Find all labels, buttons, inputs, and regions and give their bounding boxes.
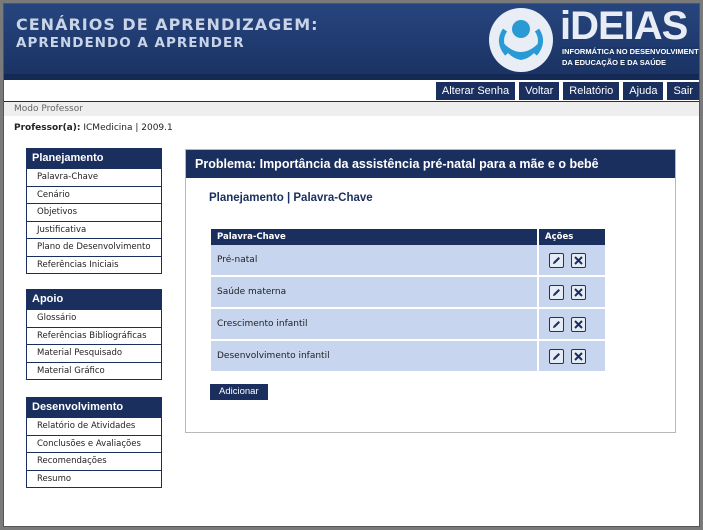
keyword-cell: Pré-natal: [211, 245, 539, 277]
sidebar-item-glossary[interactable]: Glossário: [27, 309, 161, 327]
delete-icon[interactable]: [570, 284, 586, 300]
sidebar-item-keyword[interactable]: Palavra-Chave: [27, 168, 161, 186]
keyword-cell: Crescimento infantil: [211, 308, 539, 341]
actions-cell: [538, 276, 605, 309]
logo-tagline-1: INFORMÁTICA NO DESENVOLVIMENTO: [560, 47, 699, 56]
actions-cell: [538, 245, 605, 277]
logo-icon: [489, 8, 553, 72]
breadcrumb: Planejamento | Palavra-Chave: [209, 192, 373, 204]
sidebar-item-activity-report[interactable]: Relatório de Atividades: [27, 417, 161, 435]
professor-value: ICMedicina | 2009.1: [83, 123, 173, 133]
mode-bar: Modo Professor: [4, 102, 699, 116]
mode-label: Modo Professor: [14, 104, 83, 114]
header-banner: CENÁRIOS DE APRENDIZAGEM: APRENDENDO A A…: [4, 4, 699, 80]
edit-icon[interactable]: [549, 252, 564, 268]
edit-icon[interactable]: [549, 348, 564, 364]
change-password-button[interactable]: Alterar Senha: [435, 82, 516, 100]
top-toolbar: Alterar Senha Voltar Relatório Ajuda Sai…: [435, 82, 699, 100]
site-subtitle: APRENDENDO A APRENDER: [16, 35, 245, 51]
banner-divider: [4, 74, 699, 80]
sidebar-heading-development: Desenvolvimento: [27, 398, 161, 417]
sidebar-item-recommendations[interactable]: Recomendações: [27, 452, 161, 470]
professor-info: Professor(a): ICMedicina | 2009.1: [14, 123, 173, 133]
sidebar-heading-planning: Planejamento: [27, 149, 161, 168]
logo-wordmark: iDEIAS: [560, 4, 688, 48]
keyword-cell: Saúde materna: [211, 276, 539, 309]
delete-icon[interactable]: [570, 316, 586, 332]
main-panel: Problema: Importância da assistência pré…: [185, 149, 676, 433]
actions-cell: [538, 340, 605, 373]
table-header-row: Palavra-Chave Ações: [211, 229, 605, 245]
delete-icon[interactable]: [570, 348, 586, 364]
sidebar-item-graphic-material[interactable]: Material Gráfico: [27, 361, 161, 380]
column-header-keyword: Palavra-Chave: [211, 229, 539, 245]
sidebar-development: Desenvolvimento Relatório de Atividades …: [26, 397, 162, 488]
help-button[interactable]: Ajuda: [623, 82, 664, 100]
sidebar-item-bibliography[interactable]: Referências Bibliográficas: [27, 326, 161, 345]
sidebar-planning: Planejamento Palavra-Chave Cenário Objet…: [26, 148, 162, 274]
add-button[interactable]: Adicionar: [210, 384, 268, 400]
table-row: Desenvolvimento infantil: [211, 340, 605, 373]
keyword-table: Palavra-Chave Ações Pré-natal Saúde mate…: [211, 229, 605, 373]
sidebar-item-scenario[interactable]: Cenário: [27, 185, 161, 204]
edit-icon[interactable]: [549, 284, 564, 300]
professor-label: Professor(a):: [14, 123, 81, 133]
column-header-actions: Ações: [538, 229, 605, 245]
logo-tagline-2: DA EDUCAÇÃO E DA SAÚDE: [560, 58, 669, 67]
delete-icon[interactable]: [570, 252, 586, 268]
table-row: Crescimento infantil: [211, 308, 605, 341]
sidebar-heading-support: Apoio: [27, 290, 161, 309]
sidebar-item-conclusions[interactable]: Conclusões e Avaliações: [27, 434, 161, 453]
app-window: CENÁRIOS DE APRENDIZAGEM: APRENDENDO A A…: [3, 3, 700, 527]
site-title: CENÁRIOS DE APRENDIZAGEM:: [16, 15, 319, 34]
sidebar-item-summary[interactable]: Resumo: [27, 469, 161, 488]
actions-cell: [538, 308, 605, 341]
sidebar-item-justification[interactable]: Justificativa: [27, 220, 161, 239]
sidebar-item-initial-references[interactable]: Referências Iniciais: [27, 255, 161, 274]
sidebar-support: Apoio Glossário Referências Bibliográfic…: [26, 289, 162, 380]
problem-title: Problema: Importância da assistência pré…: [186, 150, 675, 178]
keyword-cell: Desenvolvimento infantil: [211, 340, 539, 373]
sidebar-item-objectives[interactable]: Objetivos: [27, 203, 161, 221]
sidebar-item-researched-material[interactable]: Material Pesquisado: [27, 344, 161, 362]
back-button[interactable]: Voltar: [519, 82, 560, 100]
sidebar-item-development-plan[interactable]: Plano de Desenvolvimento: [27, 238, 161, 256]
edit-icon[interactable]: [549, 316, 564, 332]
logout-button[interactable]: Sair: [667, 82, 699, 100]
report-button[interactable]: Relatório: [563, 82, 620, 100]
table-row: Pré-natal: [211, 245, 605, 277]
table-row: Saúde materna: [211, 276, 605, 309]
